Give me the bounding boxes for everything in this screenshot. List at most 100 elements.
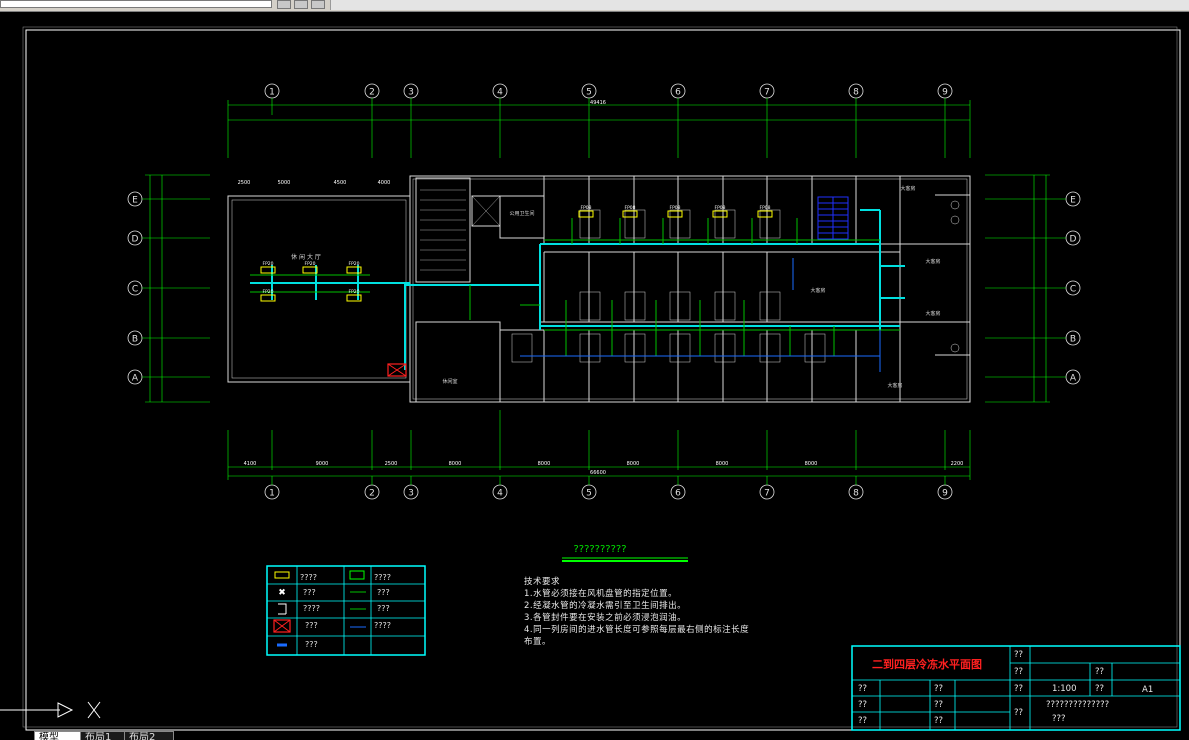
grid-bubble-bottom-3-label: 3 (408, 489, 414, 499)
toolbar-right-area (330, 0, 1189, 10)
notes-title: 技术要求 (524, 577, 561, 587)
legend-label-air-unit: ???? (374, 573, 391, 582)
grid-bubble-bottom-6: 6 (670, 484, 686, 500)
tab-model[interactable]: 模型 (34, 731, 82, 740)
bottom-dimension-label: 4100 (244, 461, 257, 467)
grid-bubble-bottom-6-label: 6 (675, 489, 681, 499)
layers-icon[interactable] (294, 0, 308, 9)
title-block-cell: ?? (934, 684, 944, 694)
grid-bubble-top-1-label: 1 (269, 88, 275, 98)
notes-line: 3.各管封件要在安装之前必须浸泡润油。 (524, 613, 687, 623)
bottom-dimension-label: 8000 (538, 461, 551, 467)
grid-bubble-bottom-3: 3 (403, 484, 419, 500)
grid-bubbles-top: 1 2 3 4 5 6 7 8 9 (264, 83, 953, 115)
notes-line: 2.经凝水管的冷凝水需引至卫生间排出。 (524, 601, 687, 611)
render-icon[interactable] (311, 0, 325, 9)
fan-coil-unit: FP20 (302, 261, 318, 274)
grid-bubble-bottom-9-label: 9 (942, 489, 948, 499)
top-left-dimension-label: 4500 (334, 180, 347, 186)
legend-table (266, 565, 426, 656)
grid-bubble-right-E: E (1065, 191, 1081, 207)
stair-blue (817, 196, 849, 240)
grid-bubble-bottom-1-label: 1 (269, 489, 275, 499)
legend-cross-icon: ✖ (278, 588, 286, 598)
grid-bubble-right-B-label: B (1070, 335, 1076, 345)
top-total-dimension: 49416 (590, 100, 606, 106)
fan-coil-units: FP20 FP20 FP20 FP20 FP20 FP08 FP08 FP08 FP08 FP08 (260, 205, 773, 302)
grid-bubble-right-C-label: C (1070, 285, 1076, 295)
drawing-subtitle: ?????????? (573, 544, 626, 555)
view-cube-icon[interactable] (277, 0, 291, 9)
fan-coil-unit-label: FP20 (348, 261, 359, 267)
grid-bubble-right-D: D (1065, 230, 1081, 246)
grid-bubble-top-2: 2 (364, 83, 380, 99)
legend-valve-icon (278, 603, 287, 615)
grid-bubble-bottom-7: 7 (759, 484, 775, 500)
grid-bubble-bottom-8-label: 8 (853, 489, 859, 499)
fan-coil-unit: FP08 (578, 205, 594, 218)
grid-bubble-bottom-9: 9 (937, 484, 953, 500)
drawing-description-2: ??? (1052, 714, 1066, 724)
bottom-dimension-label: 8000 (627, 461, 640, 467)
tab-layout1[interactable]: 布局1 (80, 731, 130, 740)
room-label-storage: 休闲室 (442, 378, 457, 385)
grid-bubble-bottom-4: 4 (492, 484, 508, 500)
grid-bubble-top-7: 7 (759, 83, 775, 99)
legend-air-unit-icon (349, 570, 365, 580)
grid-bubble-top-5-label: 5 (586, 88, 592, 98)
title-block-cell: ?? (934, 700, 944, 710)
grid-bubble-left-A-label: A (132, 374, 139, 384)
grid-bubble-left-B-label: B (132, 335, 138, 345)
title-block-cell: ?? (1014, 667, 1024, 677)
bottom-total-dimension: 66600 (590, 470, 606, 476)
legend-label-green-line-2: ??? (377, 604, 390, 613)
title-block-cell: ?? (934, 716, 944, 726)
legend-label-cross: ??? (303, 588, 316, 597)
legend-fan-coil-icon (274, 571, 290, 579)
room-label-suite-b: 大客房 (810, 287, 825, 294)
grid-bubble-bottom-8: 8 (848, 484, 864, 500)
grid-bubble-right-D-label: D (1070, 235, 1077, 245)
top-left-dimension-label: 4000 (378, 180, 391, 186)
legend-label-red-box: ??? (305, 621, 318, 630)
fan-coil-unit-label: FP08 (669, 205, 680, 211)
title-block-cell: ?? (1014, 708, 1024, 718)
grid-bubble-left-D: D (127, 230, 143, 246)
title-block-cell: ?? (858, 684, 868, 694)
grid-bubble-top-4: 4 (492, 83, 508, 99)
sheet-size: A1 (1142, 685, 1154, 695)
grid-bubble-bottom-1: 1 (264, 484, 280, 500)
layout-tabs: 模型 布局1 布局2 (0, 731, 1189, 740)
grid-bubble-top-5: 5 (581, 83, 597, 99)
legend-label-valve: ???? (303, 604, 320, 613)
grid-bubble-bottom-7-label: 7 (764, 489, 770, 499)
bottom-dimension-label: 2500 (385, 461, 398, 467)
title-block-cell: ?? (1095, 667, 1105, 677)
side-dimensions (145, 174, 1050, 403)
bottom-dimension-label: 9000 (316, 461, 329, 467)
fan-coil-unit-label: FP08 (714, 205, 725, 211)
grid-bubble-right-C: C (1065, 280, 1081, 296)
room-label-suite-e: 大客房 (900, 185, 915, 192)
grid-bubbles-right: E D C B A (985, 191, 1081, 385)
technical-notes: 技术要求 1.水管必须接在风机盘管的指定位置。 2.经凝水管的冷凝水需引至卫生间… (524, 576, 749, 648)
tab-layout2[interactable]: 布局2 (124, 731, 174, 740)
grid-bubble-left-B: B (127, 330, 143, 346)
fan-coil-unit-label: FP20 (262, 289, 273, 295)
bottom-dimension-label: 8000 (805, 461, 818, 467)
grid-bubble-right-A-label: A (1070, 374, 1077, 384)
fan-coil-unit-label: FP20 (262, 261, 273, 267)
grid-bubble-left-A: A (127, 369, 143, 385)
grid-bubbles-bottom: 1 2 3 4 5 6 7 8 9 (264, 476, 953, 500)
fan-coil-unit-label: FP20 (304, 261, 315, 267)
pipes-branch (250, 218, 900, 356)
grid-bubble-top-8-label: 8 (853, 88, 859, 98)
ucs-icon (0, 701, 101, 719)
grid-bubble-left-E: E (127, 191, 143, 207)
grid-bubble-top-8: 8 (848, 83, 864, 99)
grid-bubble-bottom-2-label: 2 (369, 489, 375, 499)
grid-bubble-bottom-2: 2 (364, 484, 380, 500)
command-field[interactable] (0, 0, 272, 8)
title-block-cell: ?? (1014, 650, 1024, 660)
room-label-suite-a: 大客房 (887, 382, 902, 389)
